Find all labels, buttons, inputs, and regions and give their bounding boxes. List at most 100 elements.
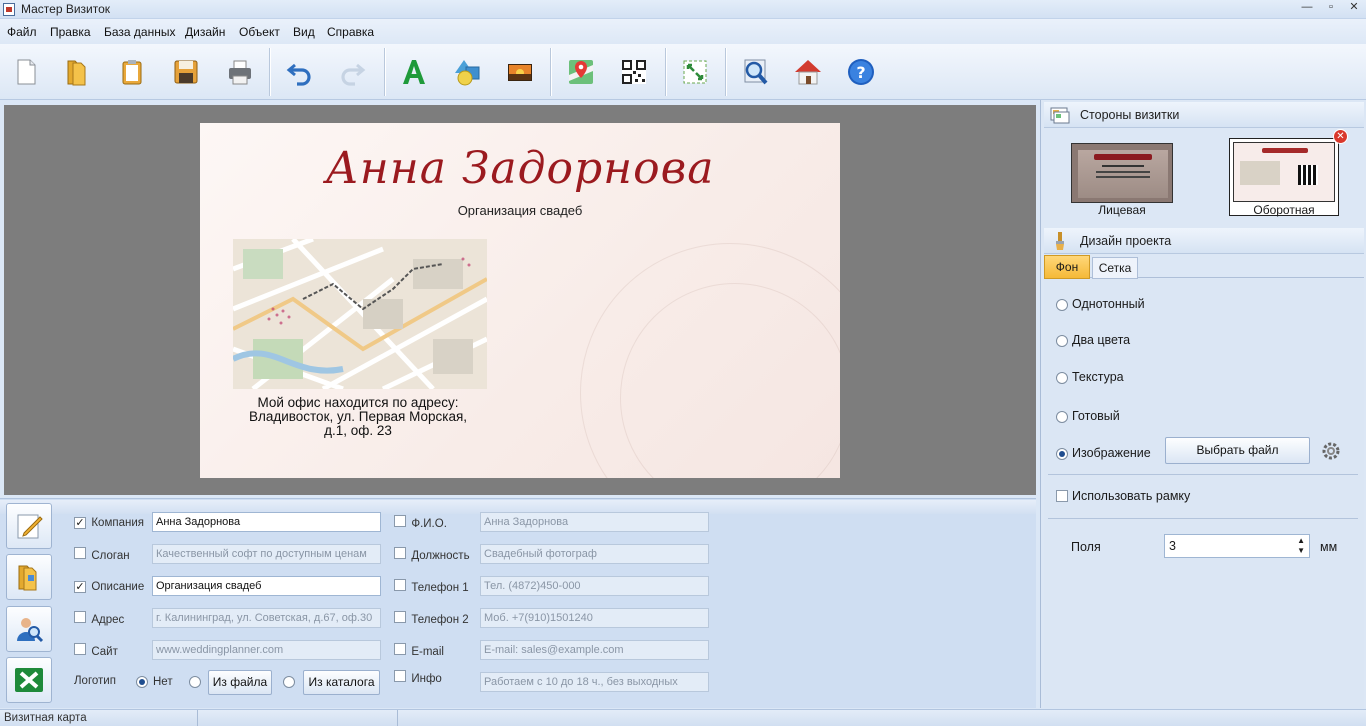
home-icon[interactable] — [786, 49, 830, 95]
logo-catalog-radio[interactable] — [283, 676, 295, 688]
position-label: Должность — [411, 550, 470, 562]
minimize-button[interactable]: — — [1297, 0, 1317, 16]
slogan-input[interactable]: Качественный софт по доступным ценам — [152, 544, 381, 564]
find-contact-button[interactable] — [6, 606, 52, 652]
close-button[interactable]: ✕ — [1344, 0, 1364, 16]
settings-gear-icon[interactable] — [1321, 441, 1341, 461]
fio-checkbox[interactable] — [394, 515, 406, 527]
menu-file[interactable]: Файл — [7, 25, 37, 39]
open-folder-icon[interactable] — [55, 49, 99, 95]
back-thumb-qr — [1298, 165, 1318, 185]
position-checkbox[interactable] — [394, 547, 406, 559]
maximize-button[interactable]: ▫ — [1321, 0, 1341, 16]
bg-two-color-radio[interactable] — [1056, 335, 1068, 347]
card-name-text[interactable]: Анна Задорнова — [200, 143, 840, 194]
menu-help[interactable]: Справка — [327, 25, 374, 39]
bg-solid-radio[interactable] — [1056, 299, 1068, 311]
margins-spinner[interactable]: 3 ▲ ▼ — [1164, 534, 1310, 558]
status-separator — [397, 710, 398, 726]
front-thumb-line — [1096, 171, 1150, 173]
image-icon[interactable] — [498, 49, 542, 95]
tab-grid[interactable]: Сетка — [1092, 257, 1138, 279]
info-input[interactable]: Работаем с 10 до 18 ч., без выходных — [480, 672, 709, 692]
company-checkbox[interactable]: ✓ — [74, 517, 86, 529]
undo-icon[interactable] — [278, 49, 322, 95]
info-checkbox[interactable] — [394, 670, 406, 682]
site-input[interactable]: www.weddingplanner.com — [152, 640, 381, 660]
bg-image-label: Изображение — [1072, 446, 1151, 460]
position-input[interactable]: Свадебный фотограф — [480, 544, 709, 564]
map-icon[interactable] — [559, 49, 603, 95]
fit-to-page-icon[interactable] — [673, 49, 717, 95]
slogan-checkbox[interactable] — [74, 547, 86, 559]
phone1-checkbox[interactable] — [394, 579, 406, 591]
new-file-icon[interactable] — [4, 49, 48, 95]
shapes-icon[interactable] — [445, 49, 489, 95]
spinner-arrows-icon[interactable]: ▲ ▼ — [1297, 536, 1305, 556]
menu-object[interactable]: Объект — [239, 25, 280, 39]
email-input[interactable]: E-mail: sales@example.com — [480, 640, 709, 660]
help-icon[interactable]: ? — [839, 49, 883, 95]
phone1-input[interactable]: Тел. (4872)450-000 — [480, 576, 709, 596]
bg-texture-radio[interactable] — [1056, 372, 1068, 384]
divider — [1048, 474, 1358, 475]
toolbar-separator — [269, 48, 270, 96]
remove-side-icon[interactable]: ✕ — [1333, 129, 1348, 144]
description-input[interactable]: Организация свадеб — [152, 576, 381, 596]
field-row-address: Адрес — [74, 611, 124, 626]
clipboard-icon[interactable] — [110, 49, 154, 95]
redo-icon[interactable] — [330, 49, 374, 95]
zoom-preview-icon[interactable] — [733, 49, 777, 95]
edit-card-icon — [17, 514, 43, 539]
svg-text:?: ? — [856, 63, 865, 82]
email-checkbox[interactable] — [394, 643, 406, 655]
text-icon[interactable] — [392, 49, 436, 95]
back-side-thumbnail[interactable] — [1233, 142, 1335, 202]
company-input[interactable]: Анна Задорнова — [152, 512, 381, 532]
menu-database[interactable]: База данных — [104, 25, 175, 39]
menu-design[interactable]: Дизайн — [185, 25, 225, 39]
toolbar: ? — [0, 44, 1366, 100]
menu-view[interactable]: Вид — [293, 25, 315, 39]
logo-from-file-button[interactable]: Из файла — [208, 670, 272, 695]
site-checkbox[interactable] — [74, 643, 86, 655]
qr-code-icon[interactable] — [612, 49, 656, 95]
database-button[interactable] — [6, 554, 52, 600]
bg-ready-radio[interactable] — [1056, 411, 1068, 423]
field-row-phone1: Телефон 1 — [394, 579, 469, 594]
title-bar: Мастер Визиток — ▫ ✕ — [0, 0, 1366, 19]
card-address-line: Мой офис находится по адресу: — [257, 395, 459, 410]
address-input[interactable]: г. Калининград, ул. Советская, д.67, оф.… — [152, 608, 381, 628]
phone2-input[interactable]: Моб. +7(910)1501240 — [480, 608, 709, 628]
edit-card-button[interactable] — [6, 503, 52, 549]
card-org-text[interactable]: Организация свадеб — [200, 203, 840, 218]
card-address-text[interactable]: Мой офис находится по адресу: Владивосто… — [228, 396, 488, 438]
description-checkbox[interactable]: ✓ — [74, 581, 86, 593]
fio-input[interactable]: Анна Задорнова — [480, 512, 709, 532]
card-sides-header[interactable]: Стороны визитки — [1044, 102, 1364, 128]
print-icon[interactable] — [218, 49, 262, 95]
phone2-checkbox[interactable] — [394, 611, 406, 623]
logo-none-radio[interactable] — [136, 676, 148, 688]
save-icon[interactable] — [164, 49, 208, 95]
address-checkbox[interactable] — [74, 611, 86, 623]
card-map-image[interactable] — [233, 239, 487, 389]
window-title: Мастер Визиток — [21, 2, 111, 16]
project-design-header[interactable]: Дизайн проекта — [1044, 228, 1364, 254]
bg-image-radio[interactable] — [1056, 448, 1068, 460]
email-label: E-mail — [411, 646, 444, 658]
field-row-slogan: Слоган — [74, 547, 130, 562]
fio-label: Ф.И.О. — [411, 518, 447, 530]
business-card-preview[interactable]: Анна Задорнова Организация свадеб Мой оф… — [200, 123, 840, 478]
logo-file-radio[interactable] — [189, 676, 201, 688]
tab-background[interactable]: Фон — [1044, 255, 1090, 279]
toolbar-separator — [550, 48, 551, 96]
front-side-thumbnail[interactable] — [1071, 143, 1173, 203]
choose-file-button[interactable]: Выбрать файл — [1165, 437, 1310, 464]
excel-import-button[interactable] — [6, 657, 52, 703]
menu-edit[interactable]: Правка — [50, 25, 91, 39]
logo-from-catalog-button[interactable]: Из каталога — [303, 670, 380, 695]
info-label: Инфо — [411, 673, 442, 685]
status-separator — [197, 710, 198, 726]
use-frame-checkbox[interactable] — [1056, 490, 1068, 502]
